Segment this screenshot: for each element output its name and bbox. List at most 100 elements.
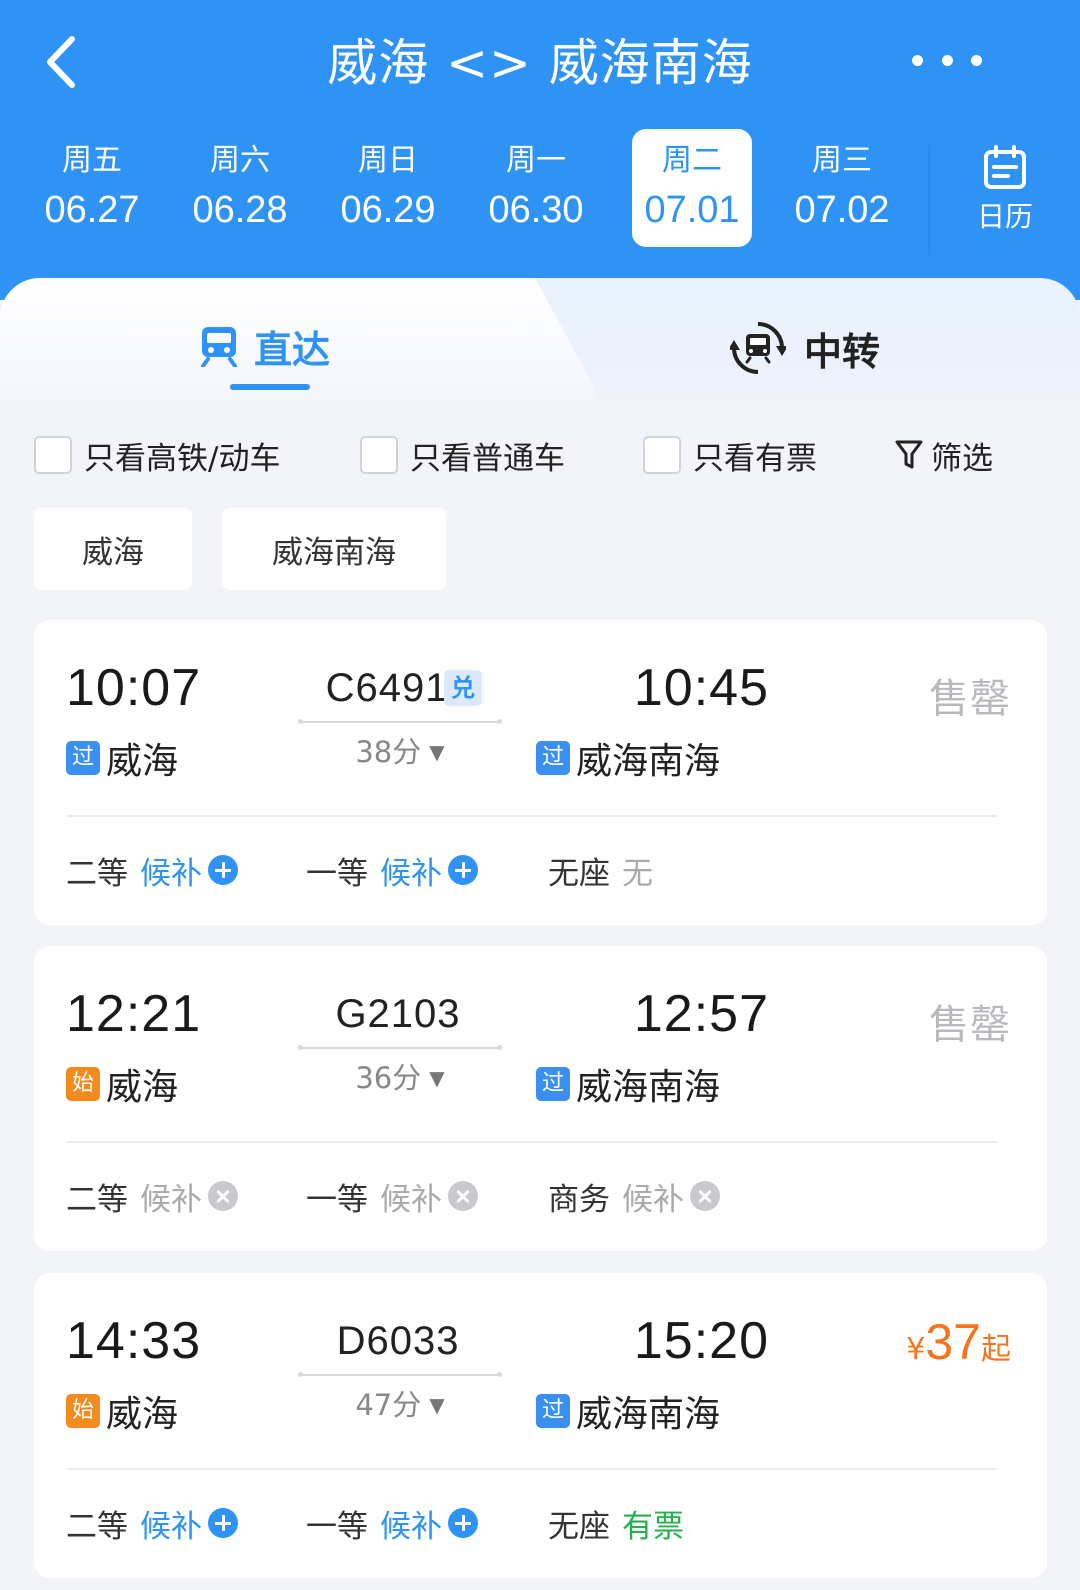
tab-transfer[interactable]: 中转 <box>730 318 880 378</box>
station-chip-weihai-nanhai[interactable]: 威海南海 <box>222 508 446 590</box>
more-button[interactable] <box>912 45 982 75</box>
seat-second-class[interactable]: 二等 候补 <box>66 1501 238 1545</box>
x-circle-icon <box>208 1181 238 1211</box>
date-weekday: 周一 <box>506 143 566 178</box>
date-weekday: 周二 <box>662 143 722 178</box>
seat-standing: 无座 无 <box>548 848 653 892</box>
calendar-icon <box>984 145 1026 189</box>
date-item-0702[interactable]: 周三 07.02 <box>782 129 902 247</box>
arrival-time: 15:20 <box>633 1312 769 1370</box>
seat-business-class: 商务 候补 <box>548 1174 720 1218</box>
filter-bar: 只看高铁/动车 只看普通车 只看有票 筛选 <box>0 425 1080 485</box>
train-card-g2103[interactable]: 12:21 G2103 36分 ▼ 12:57 始 威海 过 威海南海 售罄 二等… <box>34 946 1047 1251</box>
departure-station: 过 威海 <box>66 732 178 784</box>
route-type-tabs: 直达 中转 <box>0 278 1080 398</box>
departure-station: 始 威海 <box>66 1385 178 1437</box>
seat-first-class[interactable]: 一等 候补 <box>306 1501 478 1545</box>
seat-class: 一等 <box>306 1508 368 1545</box>
duration-toggle[interactable]: 36分 ▼ <box>300 1058 500 1098</box>
date-item-0630[interactable]: 周一 06.30 <box>476 129 596 247</box>
exchange-badge: 兑 <box>444 670 482 706</box>
filter-normal-only[interactable]: 只看普通车 <box>360 433 565 477</box>
tab-transfer-label: 中转 <box>804 329 881 374</box>
filter-normal-only-label: 只看普通车 <box>410 440 565 477</box>
seat-waitlist: 候补 <box>140 1508 202 1545</box>
caret-down-icon: ▼ <box>429 740 445 764</box>
station-chip-weihai[interactable]: 威海 <box>34 508 192 590</box>
departure-time: 14:33 <box>66 1312 202 1370</box>
seat-class: 二等 <box>66 1508 128 1545</box>
station-type-badge: 始 <box>66 1394 100 1428</box>
checkbox[interactable] <box>34 436 72 474</box>
divider <box>66 1141 998 1143</box>
date-weekday: 周日 <box>358 143 418 178</box>
date-weekday: 周五 <box>62 143 122 178</box>
filter-available-only[interactable]: 只看有票 <box>643 433 817 477</box>
tab-active-indicator <box>230 384 310 390</box>
seat-waitlist: 候补 <box>622 1181 684 1218</box>
calendar-button[interactable]: 日历 <box>960 143 1050 243</box>
caret-down-icon: ▼ <box>429 1393 445 1417</box>
seat-waitlist: 候补 <box>380 1181 442 1218</box>
seat-class: 一等 <box>306 855 368 892</box>
station-type-badge: 过 <box>536 1067 570 1101</box>
duration-text: 47分 <box>355 1388 422 1422</box>
price-currency: ¥ <box>906 1332 926 1367</box>
more-horizontal-icon <box>912 54 923 66</box>
duration-text: 38分 <box>355 735 422 769</box>
date-item-0628[interactable]: 周六 06.28 <box>180 129 300 247</box>
seat-second-class: 二等 候补 <box>66 1174 238 1218</box>
date-item-0701-selected[interactable]: 周二 07.01 <box>632 129 752 247</box>
seat-class: 一等 <box>306 1181 368 1218</box>
x-circle-icon <box>690 1181 720 1211</box>
tab-direct-label: 直达 <box>254 327 331 372</box>
duration-toggle[interactable]: 47分 ▼ <box>300 1385 500 1425</box>
departure-time: 12:21 <box>66 985 202 1043</box>
calendar-divider <box>928 145 932 255</box>
transfer-train-icon <box>730 322 786 374</box>
filter-button[interactable]: 筛选 <box>895 433 993 477</box>
calendar-label: 日历 <box>976 200 1033 233</box>
arrival-station-name: 威海南海 <box>576 741 721 782</box>
date-value: 06.29 <box>340 189 436 231</box>
date-weekday: 周六 <box>210 143 270 178</box>
tab-direct[interactable]: 直达 <box>200 318 330 374</box>
date-item-0627[interactable]: 周五 06.27 <box>32 129 152 247</box>
header: 威海 <> 威海南海 周五 06.27 周六 06.28 周日 06.29 周一… <box>0 0 1080 300</box>
seat-second-class[interactable]: 二等 候补 <box>66 848 238 892</box>
station-type-badge: 过 <box>536 741 570 775</box>
duration-toggle[interactable]: 38分 ▼ <box>300 732 500 772</box>
arrival-station: 过 威海南海 <box>536 1058 720 1110</box>
date-value: 07.01 <box>644 189 740 231</box>
price-suffix: 起 <box>981 1332 1011 1367</box>
seat-waitlist: 候补 <box>140 1181 202 1218</box>
seat-availability: 有票 <box>622 1508 684 1545</box>
train-card-c6491[interactable]: 10:07 C6491 兑 38分 ▼ 10:45 过 威海 过 威海南海 售罄 … <box>34 620 1047 925</box>
departure-station-name: 威海 <box>106 741 179 782</box>
date-value: 06.30 <box>488 189 584 231</box>
caret-down-icon: ▼ <box>429 1066 445 1090</box>
departure-station-name: 威海 <box>106 1394 179 1435</box>
sold-out-status: 售罄 <box>929 676 1011 722</box>
train-number: G2103 <box>335 992 461 1036</box>
train-icon <box>201 327 237 367</box>
train-card-d6033[interactable]: 14:33 D6033 47分 ▼ 15:20 始 威海 过 威海南海 ¥ 37 … <box>34 1273 1047 1578</box>
checkbox[interactable] <box>360 436 398 474</box>
funnel-icon <box>895 440 923 469</box>
date-item-0629[interactable]: 周日 06.29 <box>328 129 448 247</box>
seat-standing[interactable]: 无座 有票 <box>548 1501 684 1545</box>
date-value: 07.02 <box>794 189 890 231</box>
sold-out-status: 售罄 <box>929 1002 1011 1048</box>
duration-text: 36分 <box>355 1061 422 1095</box>
plus-circle-icon <box>448 1508 478 1538</box>
plus-circle-icon <box>448 855 478 885</box>
divider <box>66 1468 998 1470</box>
arrival-time: 12:57 <box>633 985 769 1043</box>
date-weekday: 周三 <box>812 143 872 178</box>
checkbox[interactable] <box>643 436 681 474</box>
filter-button-label: 筛选 <box>931 440 993 477</box>
seat-waitlist: 候补 <box>140 855 202 892</box>
train-number: D6033 <box>336 1319 460 1363</box>
filter-hsr-only[interactable]: 只看高铁/动车 <box>34 433 280 477</box>
seat-first-class[interactable]: 一等 候补 <box>306 848 478 892</box>
